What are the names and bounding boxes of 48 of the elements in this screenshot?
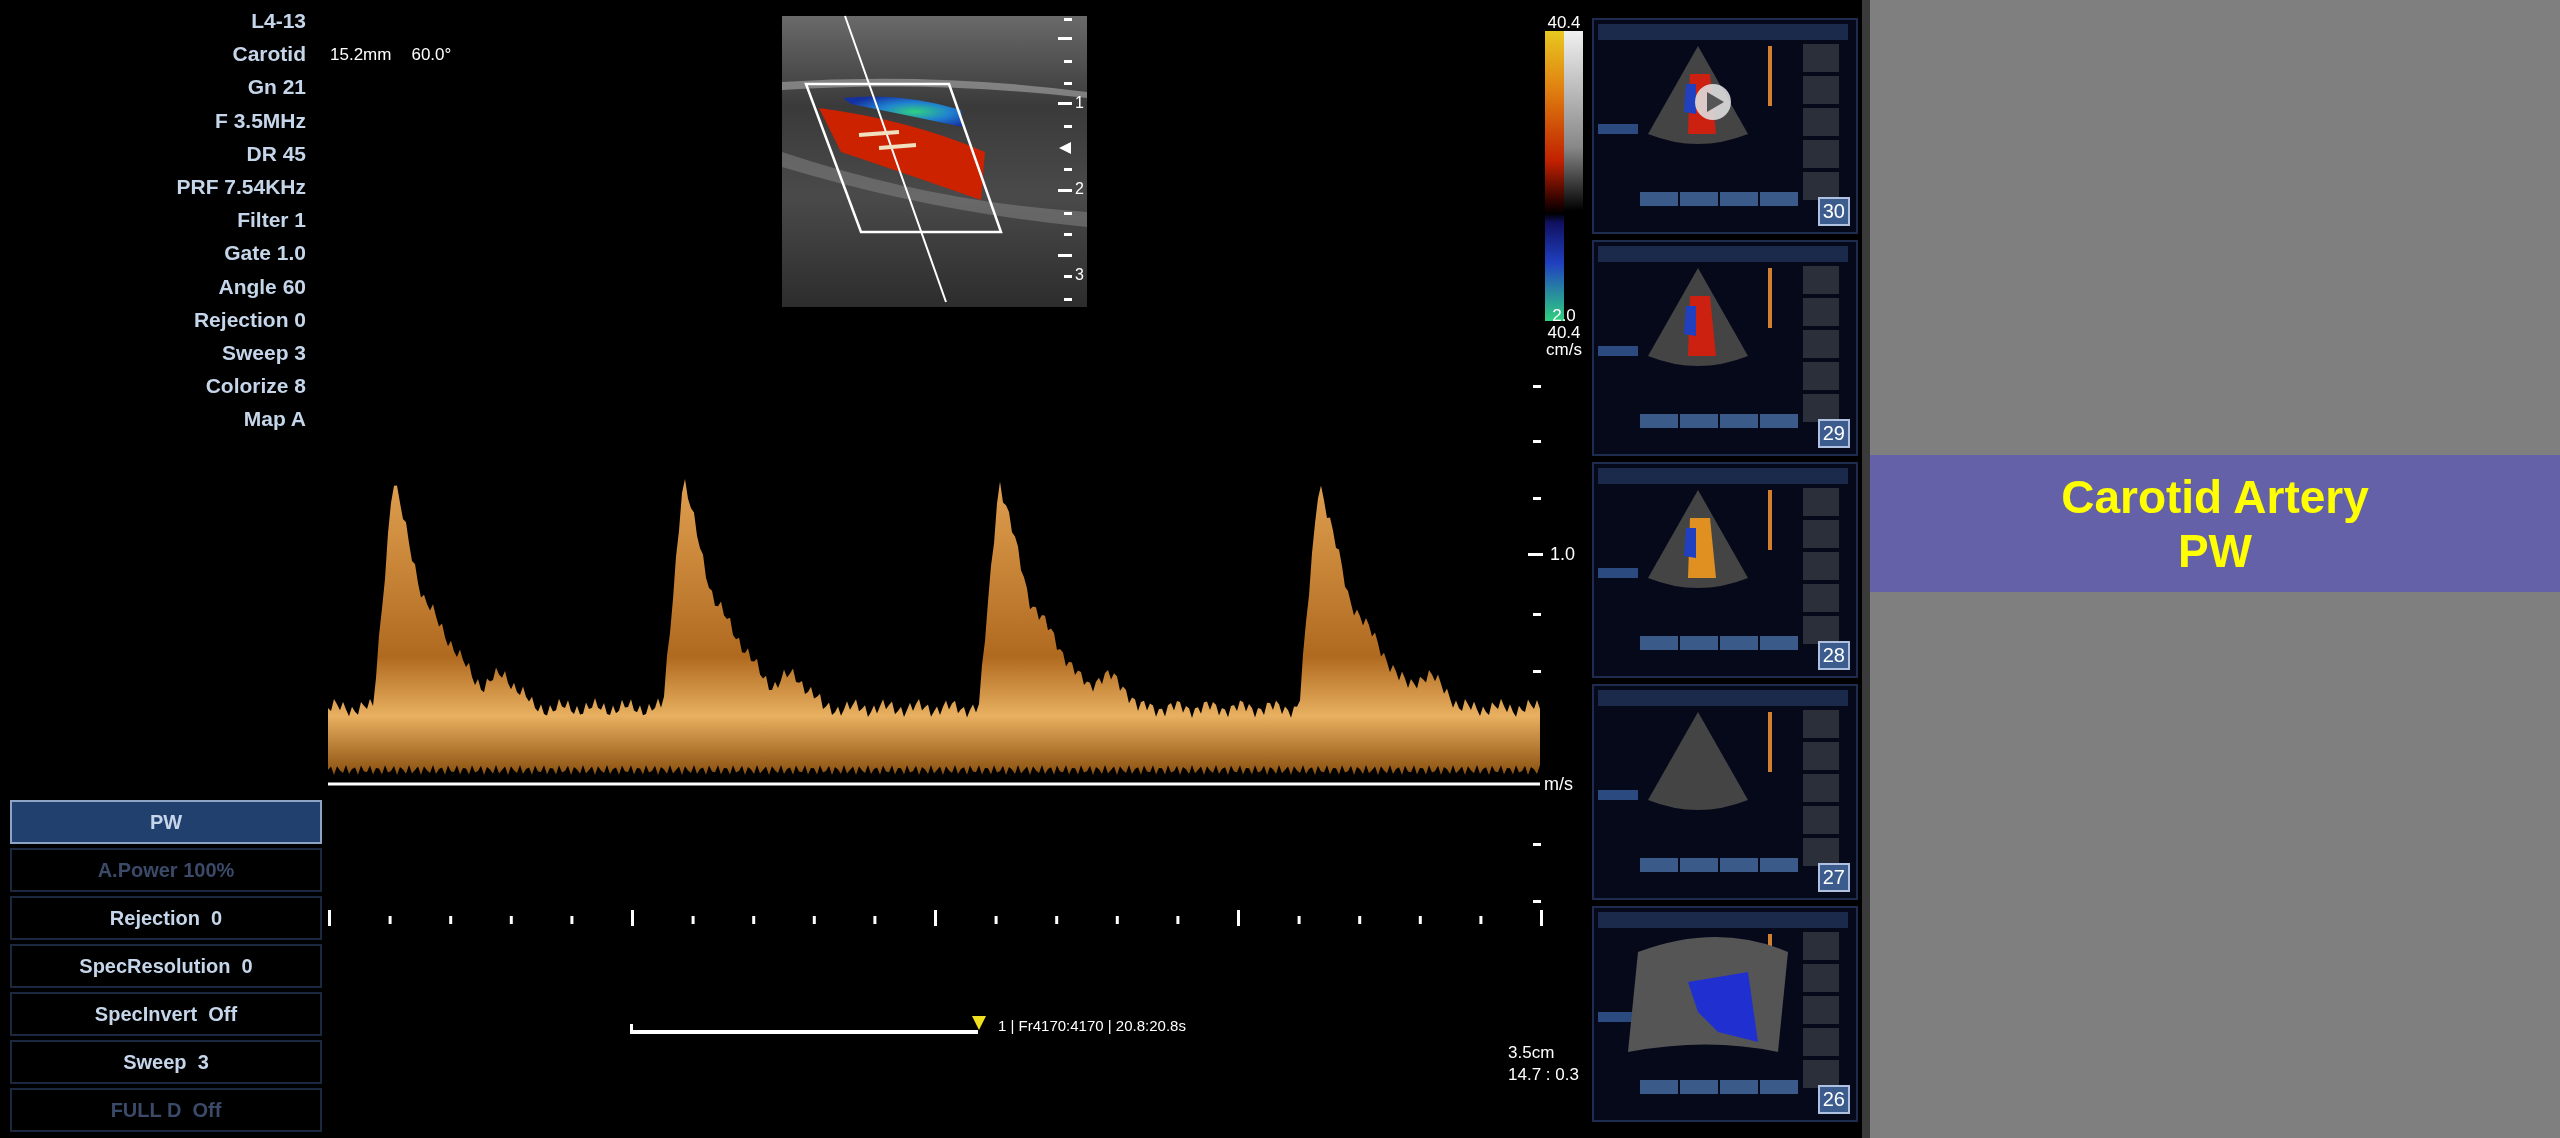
banner-title: Carotid Artery: [2061, 469, 2369, 524]
parameter-label: F 3.5MHz: [215, 107, 306, 134]
parameter-label: PRF 7.54KHz: [176, 174, 306, 200]
parameter-label: Angle 60: [218, 273, 306, 300]
parameter-label: DR 45: [246, 140, 306, 167]
parameter-label: Map A: [243, 406, 306, 433]
clip-thumbnail[interactable]: 26: [1592, 906, 1858, 1122]
parameter-label: Gate 1.0: [224, 240, 306, 267]
clip-thumbnail[interactable]: 28: [1592, 462, 1858, 678]
control-button[interactable]: Rejection 0: [10, 896, 322, 940]
banner-title: PW: [2177, 523, 2253, 578]
measurement-angle: 60.0°: [411, 45, 452, 65]
depth-label: 2: [1075, 180, 1084, 197]
clip-number: 28: [1817, 641, 1850, 670]
cine-track[interactable]: [630, 1016, 986, 1034]
velocity-scale-label: 40.4: [1547, 324, 1581, 341]
control-button[interactable]: SpecInvert Off: [10, 992, 322, 1036]
velocity-scale-value: 1.0: [1550, 544, 1576, 564]
velocity-min-label: 2.0: [1552, 307, 1576, 324]
parameter-label: Sweep 3: [221, 340, 306, 367]
parameter-label: Filter 1: [237, 207, 306, 234]
velocity-unit-label: cm/s: [1546, 341, 1582, 358]
parameter-label: Colorize 8: [205, 373, 306, 400]
clip-thumbnail[interactable]: 27: [1592, 684, 1858, 900]
clip-thumbnail[interactable]: 29: [1592, 240, 1858, 456]
cine-frame-info: 1 | Fr4170:4170 | 20.8:20.8s: [998, 1016, 1186, 1034]
velocity-max-label: 40.4: [1547, 14, 1581, 31]
control-button[interactable]: SpecResolution 0: [10, 944, 322, 988]
measurement-distance: 15.2mm: [330, 45, 392, 65]
velocity-unit: m/s: [1544, 774, 1573, 794]
depth-info: 3.5cm: [1508, 1042, 1556, 1064]
clip-thumbnail[interactable]: 30: [1592, 18, 1858, 234]
parameter-label: L4-13: [251, 8, 306, 34]
clip-number: 29: [1817, 419, 1850, 448]
parameter-label: Rejection 0: [193, 306, 306, 333]
play-icon[interactable]: [1695, 84, 1731, 120]
parameter-label: Carotid: [232, 41, 306, 68]
control-button[interactable]: Sweep 3: [10, 1040, 322, 1084]
cine-marker-icon[interactable]: [972, 1016, 986, 1030]
depth-info: 14.7 : 0.3: [1508, 1064, 1579, 1086]
depth-label: 1: [1075, 94, 1084, 111]
control-button[interactable]: PW: [10, 800, 322, 844]
clip-number: 27: [1817, 863, 1850, 892]
clip-number: 30: [1817, 197, 1850, 226]
focus-marker-icon: [1059, 142, 1071, 154]
clip-number: 26: [1817, 1085, 1850, 1114]
parameter-label: Gn 21: [247, 74, 306, 101]
depth-label: 3: [1075, 266, 1084, 283]
